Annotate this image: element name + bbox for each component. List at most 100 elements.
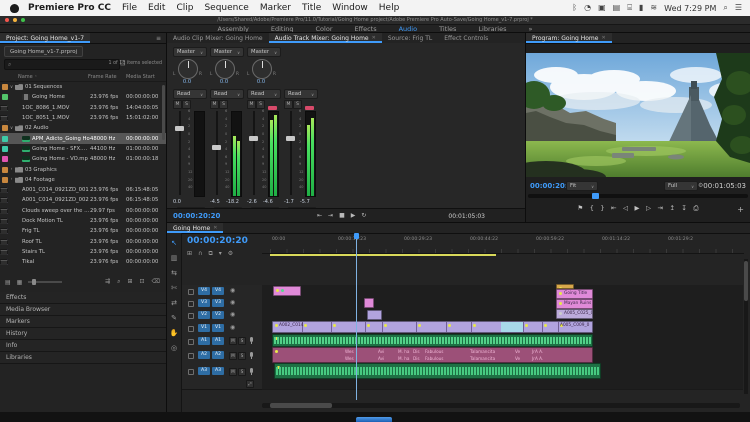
track-target-v4[interactable]: V4 [212,287,224,295]
solo-button[interactable]: S [256,100,265,109]
track-output-select[interactable]: Master∨ [210,47,244,57]
project-row-tikal[interactable]: Tikal23.976 fps00:00:00:00 [0,257,166,267]
solo-track-button[interactable]: S [238,352,246,360]
track-header-a2[interactable]: A2A2MS [182,347,262,364]
timeline-vertical-scrollbar[interactable] [744,259,748,394]
go-to-out-button[interactable]: ⇥ [328,212,333,219]
minimize-window-button[interactable] [13,18,17,22]
video-clip-mayan-ruins[interactable]: Mayan Ruins [556,299,593,309]
a3-music-clip[interactable] [274,363,601,379]
timeline-settings-icon[interactable]: ⚙ [228,250,233,258]
column-media-start[interactable]: Media Start [126,74,155,80]
time-machine-icon[interactable]: ◔ [584,3,591,13]
voiceover-record-icon[interactable] [250,337,253,342]
automation-mode-select[interactable]: Read∨ [210,89,244,99]
mark-in-button[interactable]: { [590,204,594,212]
go-to-out-button[interactable]: ⇥ [658,204,663,212]
button-editor-button[interactable]: + [737,205,744,214]
project-row-a001-c014-0921zd-001[interactable]: A001_C014_0921ZD_00123.976 fps06:15:48:0… [0,185,166,195]
project-row-02-audio[interactable]: ∨02 Audio [0,123,166,133]
clip-indicator[interactable] [268,106,277,110]
razor-tool[interactable]: ✄ [167,284,181,292]
notification-center-icon[interactable]: ☰ [735,3,742,13]
selection-tool[interactable]: ↖ [167,239,181,247]
track-target-a3[interactable]: A3 [212,367,224,375]
track-target-v3[interactable]: V3 [212,299,224,307]
timeline-playhead-cap[interactable] [354,233,359,239]
source-patch-v1[interactable]: V1 [198,324,210,332]
search-input[interactable]: ⌕ [4,59,120,70]
video-clip-a005-c025-0[interactable]: A005_C025_0 [556,309,593,319]
track-output-select[interactable]: Master∨ [173,47,207,57]
twirl-icon[interactable]: › [8,167,15,172]
video-clip-v1[interactable]: A002_C014A005_C009_0 [272,321,593,333]
toggle-track-output-icon[interactable]: ◉ [230,299,235,306]
pan-knob[interactable] [252,59,272,79]
breadcrumb[interactable]: Going Home_v1-7.prproj [4,46,83,57]
fader-handle[interactable] [212,145,221,150]
project-row-01-sequences[interactable]: ∨01 Sequences [0,82,166,92]
menu-item-window[interactable]: Window [332,3,368,13]
timeline-playhead[interactable] [356,235,357,400]
wifi-icon[interactable]: ≋ [650,3,657,13]
new-bin-icon[interactable]: ⊞ [127,278,132,286]
menu-item-title[interactable]: Title [302,3,321,13]
play-button[interactable]: ▶ [351,212,356,219]
keyboard-icon[interactable]: ▤ [613,3,621,13]
tab-audio-clip-mixer-going-home[interactable]: Audio Clip Mixer: Going Home [167,33,269,43]
find-icon[interactable]: ⌕ [117,278,120,286]
source-patch-a1[interactable]: A1 [198,337,210,345]
workspace-tab-libraries[interactable]: Libraries [478,25,506,33]
go-to-in-button[interactable]: ⇤ [611,204,616,212]
mute-track-button[interactable]: M [229,352,237,360]
automate-to-sequence-icon[interactable]: ⇶ [105,278,110,286]
mute-button[interactable]: M [173,100,182,109]
panel-tab-markers[interactable]: Markers [0,316,166,328]
panel-tab-media-browser[interactable]: Media Browser [0,304,166,316]
project-row-04-footage[interactable]: ›04 Footage [0,175,166,185]
app-menu-title[interactable]: Premiere Pro CC [28,3,111,13]
solo-button[interactable]: S [219,100,228,109]
spotlight-icon[interactable]: ⌕ [723,3,727,13]
camera-icon[interactable]: ▣ [598,3,606,13]
twirl-icon[interactable]: › [8,177,15,182]
mark-out-button[interactable]: } [600,204,604,212]
list-view-icon[interactable]: ▤ [5,279,11,286]
add-marker-button[interactable]: ⚑ [577,204,583,212]
project-row-clouds-sweep-over-the-ma[interactable]: Clouds sweep over the ma29.97 fps00:00:0… [0,206,166,216]
close-window-button[interactable] [5,18,9,22]
menu-item-clip[interactable]: Clip [176,3,193,13]
automation-mode-select[interactable]: Read∨ [173,89,207,99]
project-row-1oc-8051-1-mov[interactable]: 1OC_8051_1.MOV23.976 fps15:01:02:00 [0,113,166,123]
toggle-track-output-icon[interactable]: ◉ [230,324,235,331]
column-frame-rate[interactable]: Frame Rate [88,74,117,80]
project-row-going-home-sfx-mp[interactable]: Going Home - SFX.mp44100 Hz01:00:00:00 [0,144,166,154]
slip-tool[interactable]: ⇄ [167,299,181,307]
icon-view-icon[interactable]: ▦ [17,279,23,286]
twirl-icon[interactable]: ∨ [8,85,15,90]
lock-icon[interactable] [188,313,194,319]
track-header-a3[interactable]: A3A3MS [182,363,262,380]
workspace-tab-titles[interactable]: Titles [439,25,456,33]
lift-button[interactable]: ↥ [669,204,674,212]
project-scrollbar[interactable] [162,85,165,140]
video-clip[interactable] [364,298,374,308]
clear-icon[interactable]: ⌫ [152,278,160,286]
clip-indicator[interactable] [305,106,314,110]
timeline-horizontal-scrollbar[interactable] [262,403,740,408]
solo-track-button[interactable]: S [238,337,246,345]
menu-item-marker[interactable]: Marker [260,3,291,13]
menu-item-edit[interactable]: Edit [148,3,165,13]
pan-knob[interactable] [215,59,235,79]
track-header-master[interactable]: ⤢ [182,379,262,390]
workspace-tab-assembly[interactable]: Assembly [218,25,249,33]
track-select-tool[interactable]: ▥ [167,254,181,262]
lock-icon[interactable] [188,353,194,359]
zoom-level-select[interactable]: Fit∨ [566,181,598,191]
loop-button[interactable]: ↻ [361,212,366,219]
project-row-roof-tl[interactable]: Roof TL23.976 fps00:00:00:00 [0,236,166,246]
project-row-going-home-vo-mp[interactable]: Going Home - VO.mp48000 Hz01:00:00:18 [0,154,166,164]
source-patch-a3[interactable]: A3 [198,367,210,375]
workspace-tab-color[interactable]: Color [316,25,333,33]
workspace-tab-audio[interactable]: Audio [399,25,417,33]
